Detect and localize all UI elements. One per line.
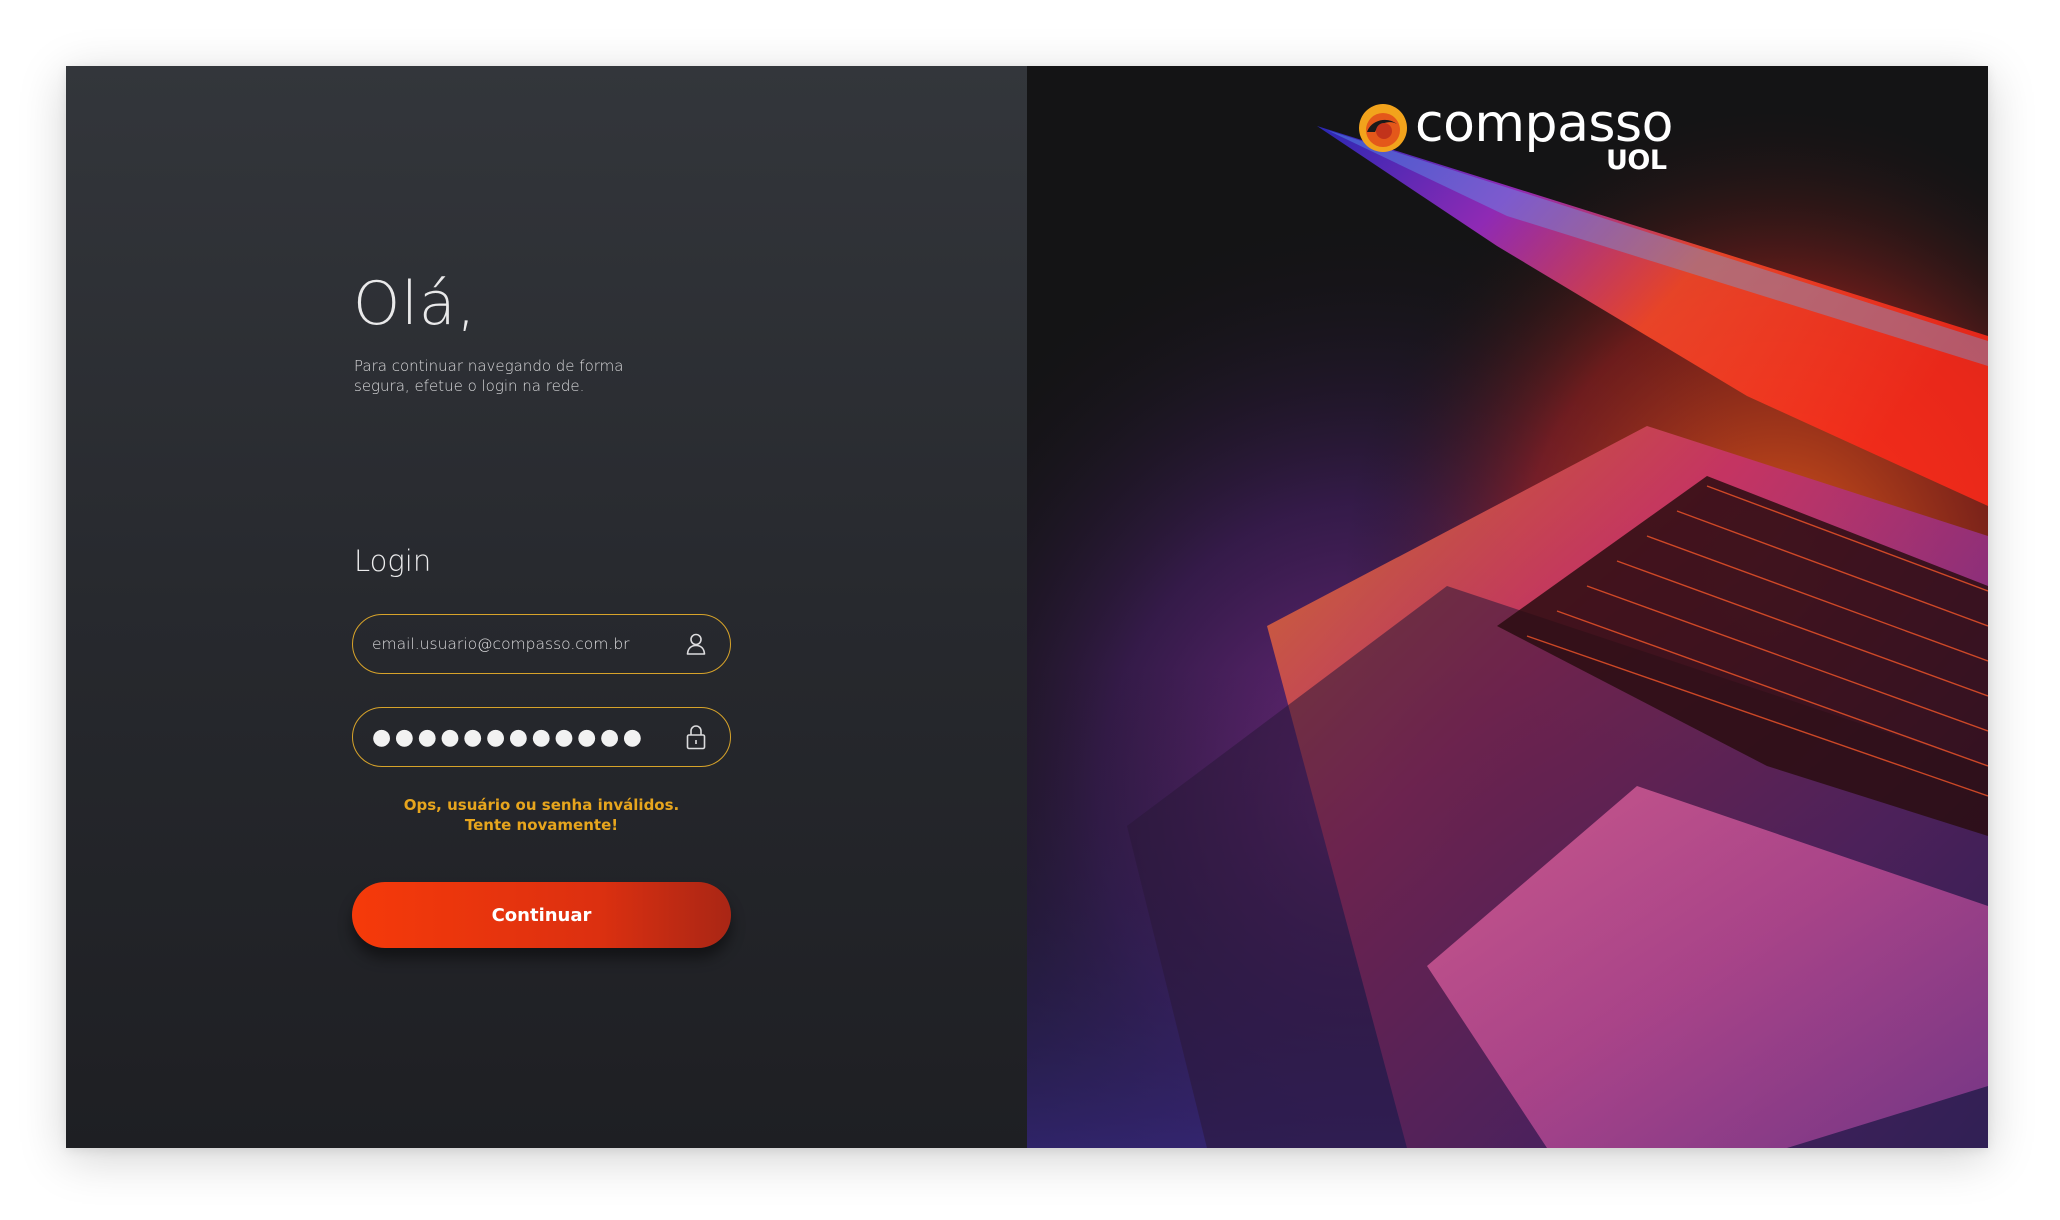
user-icon (684, 631, 708, 657)
password-field[interactable]: ●●●●●●●●●●●● (352, 707, 731, 767)
compasso-logo-icon (1359, 104, 1407, 152)
login-page: Olá, Para continuar navegando de forma s… (66, 66, 1988, 1148)
email-value[interactable]: email.usuario@compasso.com.br (372, 635, 684, 653)
login-heading: Login (354, 544, 432, 578)
error-line-2: Tente novamente! (464, 816, 619, 834)
hero-image-panel: compasso UOL (1027, 66, 1988, 1148)
password-value[interactable]: ●●●●●●●●●●●● (372, 725, 684, 750)
laptop-photo (1027, 66, 1988, 1148)
email-field[interactable]: email.usuario@compasso.com.br (352, 614, 731, 674)
continue-button[interactable]: Continuar (352, 882, 731, 948)
login-panel: Olá, Para continuar navegando de forma s… (66, 66, 1027, 1148)
login-error-message: Ops, usuário ou senha inválidos. Tente n… (352, 795, 731, 835)
greeting-title: Olá, (353, 269, 477, 339)
greeting-subtitle: Para continuar navegando de forma segura… (354, 357, 624, 395)
brand-sub: UOL (1606, 145, 1667, 176)
lock-icon (684, 724, 708, 750)
error-line-1: Ops, usuário ou senha inválidos. (403, 796, 680, 814)
